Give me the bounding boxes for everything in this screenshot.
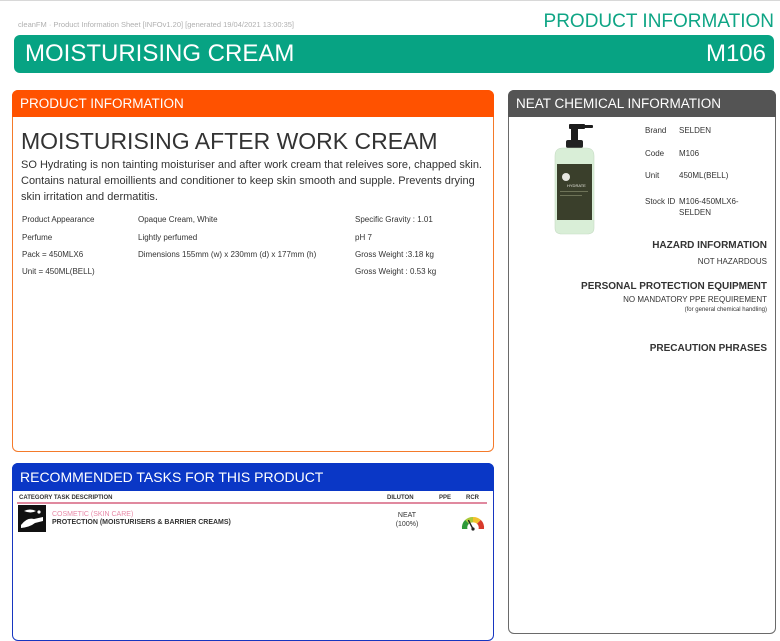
attr-extra: pH 7: [355, 233, 372, 242]
hazard-text: NOT HAZARDOUS: [697, 257, 767, 266]
detail-value: SELDEN: [679, 126, 712, 135]
hazard-heading: HAZARD INFORMATION: [652, 240, 767, 251]
attr-value: Lightly perfumed: [138, 233, 198, 242]
task-category: COSMETIC (SKIN CARE): [52, 511, 134, 518]
attr-label: Unit = 450ML(BELL): [22, 267, 95, 276]
attr-value: Opaque Cream, White: [138, 215, 218, 224]
product-info-panel: PRODUCT INFORMATION MOISTURISING AFTER W…: [12, 90, 494, 452]
col-dilution-header: DILUTON: [387, 495, 414, 501]
neat-chemical-heading: NEAT CHEMICAL INFORMATION: [508, 90, 776, 117]
col-ppe-header: PPE: [439, 495, 452, 501]
header-divider: [17, 502, 487, 504]
task-description: PROTECTION (MOISTURISERS & BARRIER CREAM…: [52, 519, 231, 526]
detail-key: Unit: [645, 171, 660, 180]
attr-label: Product Appearance: [22, 215, 95, 224]
dilution-percent: (100%): [395, 521, 419, 528]
attr-value: Dimensions 155mm (w) x 230mm (d) x 177mm…: [138, 250, 317, 259]
document-title: PRODUCT INFORMATION: [543, 11, 774, 32]
recommended-tasks-panel: RECOMMENDED TASKS FOR THIS PRODUCT CATEG…: [12, 463, 494, 641]
col-rcr-header: RCR: [466, 495, 479, 501]
attr-label: Pack = 450MLX6: [22, 250, 84, 259]
bottle-label-text: HYDRATE: [567, 183, 586, 188]
dilution-value: NEAT: [397, 512, 417, 519]
detail-key: Code: [645, 149, 665, 158]
detail-key: Brand: [645, 126, 667, 135]
attr-extra: Gross Weight :3.18 kg: [355, 250, 434, 259]
generation-meta: cleanFM · Product Information Sheet [INF…: [18, 20, 294, 29]
product-banner: MOISTURISING CREAM M106: [14, 35, 774, 73]
attr-extra: Specific Gravity : 1.01: [355, 215, 433, 224]
detail-value: M106-450MLX6-SELDEN: [679, 197, 739, 217]
detail-value: 450ML(BELL): [679, 171, 729, 180]
neat-chemical-panel: NEAT CHEMICAL INFORMATION HYDRATE Brand …: [508, 90, 776, 634]
product-info-heading: PRODUCT INFORMATION: [12, 90, 494, 117]
top-rule: [0, 0, 780, 1]
product-bottle-image: HYDRATE: [554, 124, 595, 235]
rcr-gauge-icon: [461, 516, 485, 531]
product-full-title: MOISTURISING AFTER WORK CREAM: [21, 128, 438, 154]
product-description: SO Hydrating is non tainting moisturiser…: [21, 159, 482, 203]
detail-value: M106: [679, 149, 700, 158]
product-code: M106: [705, 40, 766, 67]
ppe-text: NO MANDATORY PPE REQUIREMENT: [623, 295, 767, 304]
attr-extra: Gross Weight : 0.53 kg: [355, 267, 437, 276]
attr-label: Perfume: [22, 233, 53, 242]
task-dilution: NEAT (100%): [383, 511, 431, 529]
ppe-subtext: (for general chemical handling): [684, 307, 767, 313]
col-category-header: CATEGORY TASK DESCRIPTION: [19, 495, 113, 501]
product-name: MOISTURISING CREAM: [25, 40, 295, 67]
precaution-heading: PRECAUTION PHRASES: [649, 343, 767, 354]
hand-cream-icon: [18, 505, 46, 532]
tasks-heading: RECOMMENDED TASKS FOR THIS PRODUCT: [12, 463, 494, 491]
detail-key: Stock ID: [645, 197, 676, 206]
ppe-heading: PERSONAL PROTECTION EQUIPMENT: [581, 281, 767, 292]
